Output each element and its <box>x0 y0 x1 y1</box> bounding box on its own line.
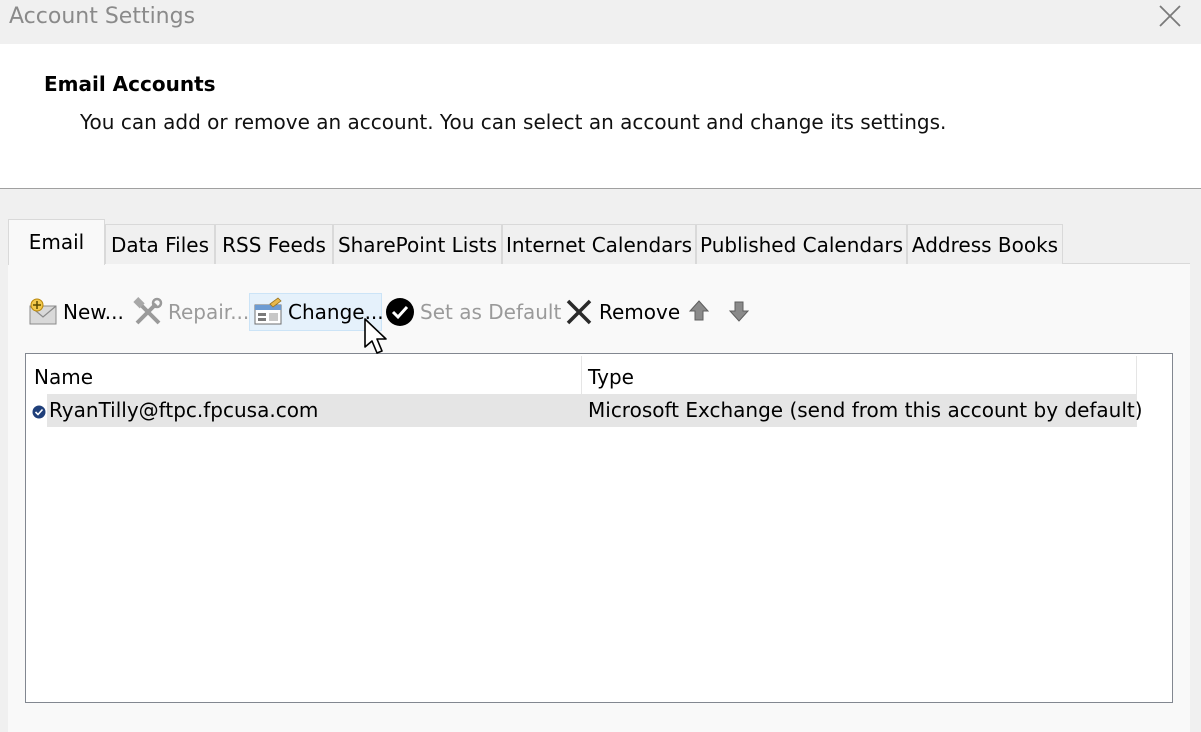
tab-internet-calendars[interactable]: Internet Calendars <box>502 224 696 264</box>
remove-label: Remove <box>599 300 681 324</box>
account-settings-dialog: Account Settings Email Accounts You can … <box>0 0 1201 732</box>
column-header-name[interactable]: Name <box>34 360 574 394</box>
tab-rss-feeds[interactable]: RSS Feeds <box>215 224 333 264</box>
tab-data-files[interactable]: Data Files <box>105 224 215 264</box>
set-default-icon <box>384 296 416 328</box>
tab-published-calendars[interactable]: Published Calendars <box>696 224 907 264</box>
set-as-default-label: Set as Default <box>420 300 562 324</box>
change-label: Change... <box>288 300 384 324</box>
remove-button[interactable]: Remove <box>563 293 680 331</box>
default-account-icon <box>32 404 46 419</box>
set-as-default-button[interactable]: Set as Default <box>384 293 561 331</box>
section-description: You can add or remove an account. You ca… <box>80 110 947 134</box>
repair-button[interactable]: Repair... <box>132 293 249 331</box>
tab-sharepoint-lists[interactable]: SharePoint Lists <box>333 224 502 264</box>
change-button[interactable]: Change... <box>249 293 384 331</box>
account-name: RyanTilly@ftpc.fpcusa.com <box>49 398 319 422</box>
account-row[interactable]: RyanTilly@ftpc.fpcusa.com Microsoft Exch… <box>47 394 1143 427</box>
new-account-icon <box>27 296 59 328</box>
account-type: Microsoft Exchange (send from this accou… <box>588 398 1143 422</box>
new-account-label: New... <box>63 300 124 324</box>
move-down-icon[interactable] <box>726 298 752 324</box>
column-divider[interactable] <box>1136 356 1137 394</box>
close-icon[interactable] <box>1157 3 1183 29</box>
column-header-type[interactable]: Type <box>588 360 1128 394</box>
new-account-button[interactable]: New... <box>27 293 124 331</box>
tab-email[interactable]: Email <box>8 219 105 265</box>
remove-icon <box>563 296 595 328</box>
window-title: Account Settings <box>9 4 196 29</box>
section-title: Email Accounts <box>44 72 216 96</box>
tab-address-books[interactable]: Address Books <box>907 224 1063 264</box>
repair-icon <box>132 296 164 328</box>
title-bar: Account Settings <box>0 0 1201 44</box>
header-panel: Email Accounts You can add or remove an … <box>0 44 1201 189</box>
column-divider[interactable] <box>581 356 582 394</box>
change-icon <box>252 296 284 328</box>
account-list[interactable]: Name Type RyanTilly@ftpc.fpcusa.com Micr… <box>25 353 1173 703</box>
move-up-icon[interactable] <box>686 298 712 324</box>
repair-label: Repair... <box>168 300 250 324</box>
